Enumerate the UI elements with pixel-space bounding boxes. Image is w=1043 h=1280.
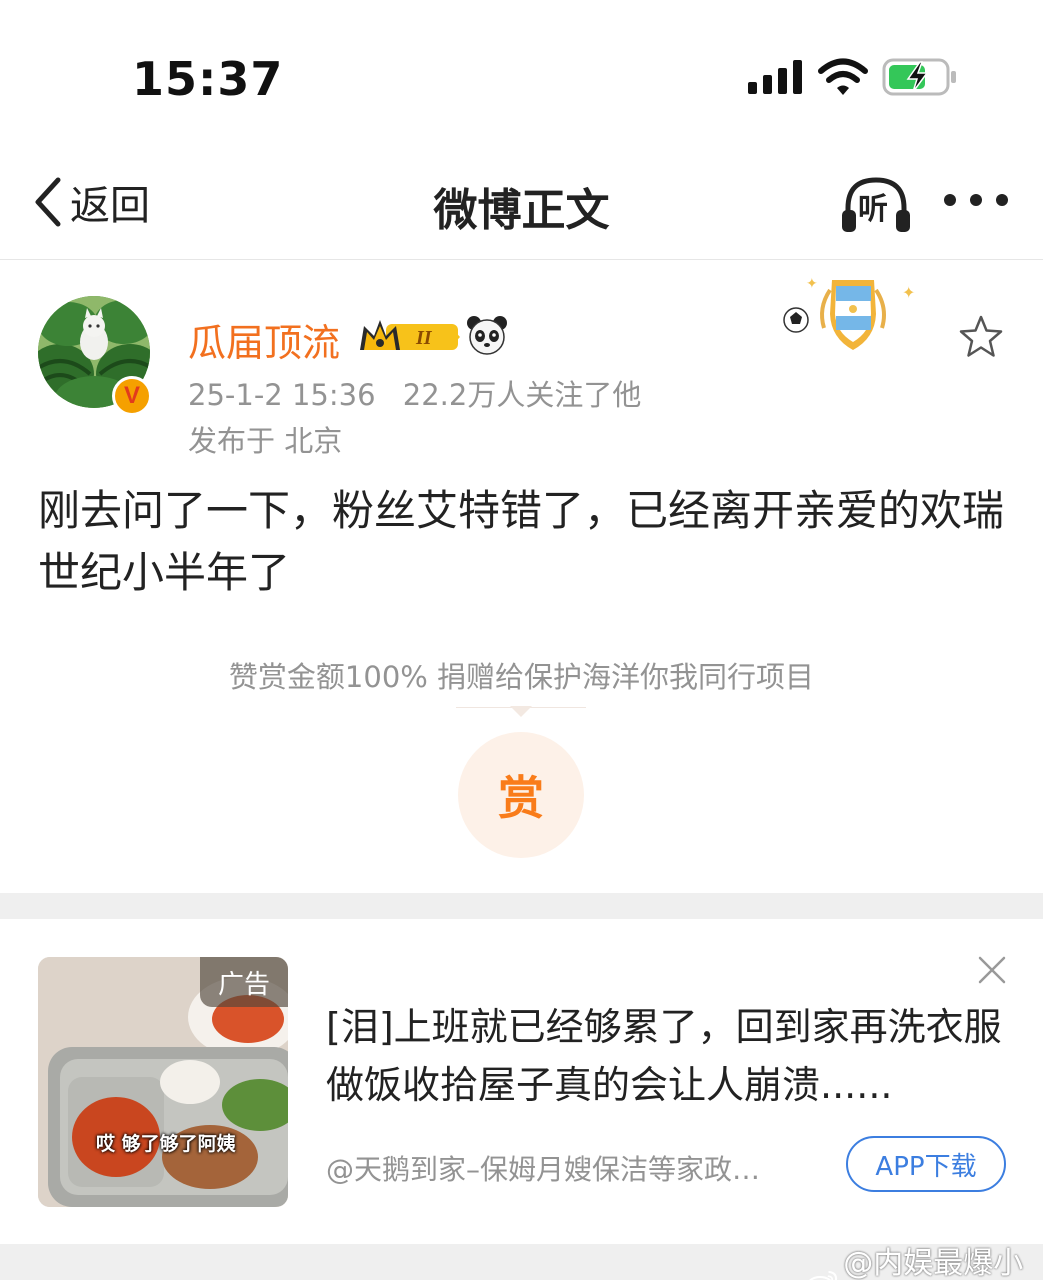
section-divider [0,893,1043,919]
ad-text[interactable]: [泪]上班就已经够累了，回到家再洗衣服做饭收拾屋子真的会让人崩溃...... [326,998,1006,1114]
ad-label: 广告 [200,957,288,1007]
close-icon[interactable] [976,954,1008,986]
more-dot-icon [996,194,1008,206]
battery-charging-icon [882,58,956,96]
listen-button[interactable]: 听 [840,174,912,234]
cellular-signal-icon [748,60,802,94]
svg-text:✦: ✦ [806,276,818,292]
wifi-icon [818,58,868,95]
username[interactable]: 瓜届顶流 [188,312,340,367]
verified-badge-icon: V [112,376,152,416]
status-time: 15:37 [132,52,284,106]
app-download-button[interactable]: APP下载 [846,1136,1006,1192]
argentina-fan-badge-icon[interactable]: ✦ ✦ [778,272,928,358]
member-level-label: II [415,327,433,349]
nav-bar: 返回 微博正文 听 [0,150,1043,260]
member-crown-badge-icon: II [360,320,460,350]
star-favorite-icon[interactable] [958,314,1004,360]
status-bar: 15:37 [0,0,1043,150]
reward-button-label: 赏 [498,771,544,825]
listen-label: 听 [858,192,888,227]
ad-source[interactable]: @天鹅到家–保姆月嫂保洁等家政… [326,1148,826,1188]
ad-image-caption: 哎 够了够了阿姨 [96,1133,236,1155]
reward-notch-icon [510,706,532,717]
post-location: 发布于 北京 [188,424,343,458]
watermark: @内娱最爆小胖橘 [806,1238,1043,1280]
panda-icon [467,316,507,355]
post-body-text: 刚去问了一下，粉丝艾特错了，已经离开亲爱的欢瑞世纪小半年了 [38,486,1005,597]
follower-count: 22.2万人关注了他 [402,378,642,412]
more-dot-icon [944,194,956,206]
more-options-button[interactable] [944,186,1008,214]
svg-text:✦: ✦ [902,283,915,302]
reward-note: 赞赏金额100% 捐赠给保护海洋你我同行项目 [228,660,815,694]
watermark-text: @内娱最爆小胖橘 [843,1246,1024,1280]
ad-thumbnail[interactable]: 广告 哎 够了够了阿姨 [38,957,288,1207]
reward-button[interactable]: 赏 [458,732,584,858]
weibo-logo-icon [809,1270,838,1280]
post-timestamp: 25-1-2 15:36 [188,378,376,412]
more-dot-icon [970,194,982,206]
post-meta: 25-1-2 15:36 22.2万人关注了他 [188,372,641,414]
